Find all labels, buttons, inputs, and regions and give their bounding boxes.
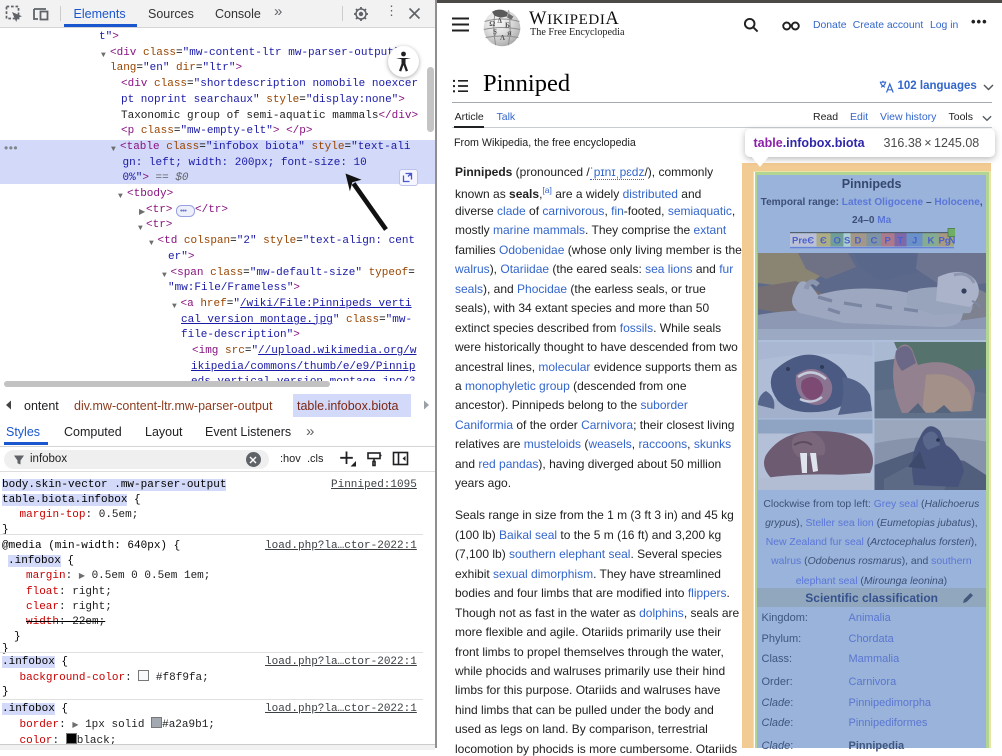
svg-text:Δ: Δ: [498, 17, 503, 25]
svg-text:PreЄ: PreЄ: [792, 236, 814, 247]
svg-text:Λ: Λ: [500, 34, 505, 42]
svg-text:S: S: [844, 236, 850, 247]
svg-text:T: T: [897, 236, 903, 247]
svg-text:D: D: [854, 236, 861, 247]
svg-text:Б: Б: [505, 21, 510, 30]
svg-text:N: N: [948, 236, 955, 247]
svg-text:Є: Є: [820, 236, 827, 247]
svg-text:Ω: Ω: [489, 19, 495, 28]
svg-text:Ş: Ş: [493, 28, 497, 36]
svg-text:K: K: [927, 236, 934, 247]
svg-text:J: J: [912, 236, 917, 247]
svg-text:C: C: [870, 236, 877, 247]
svg-text:O: O: [833, 236, 840, 247]
svg-text:P: P: [884, 236, 891, 247]
svg-text:Я: Я: [507, 31, 512, 38]
